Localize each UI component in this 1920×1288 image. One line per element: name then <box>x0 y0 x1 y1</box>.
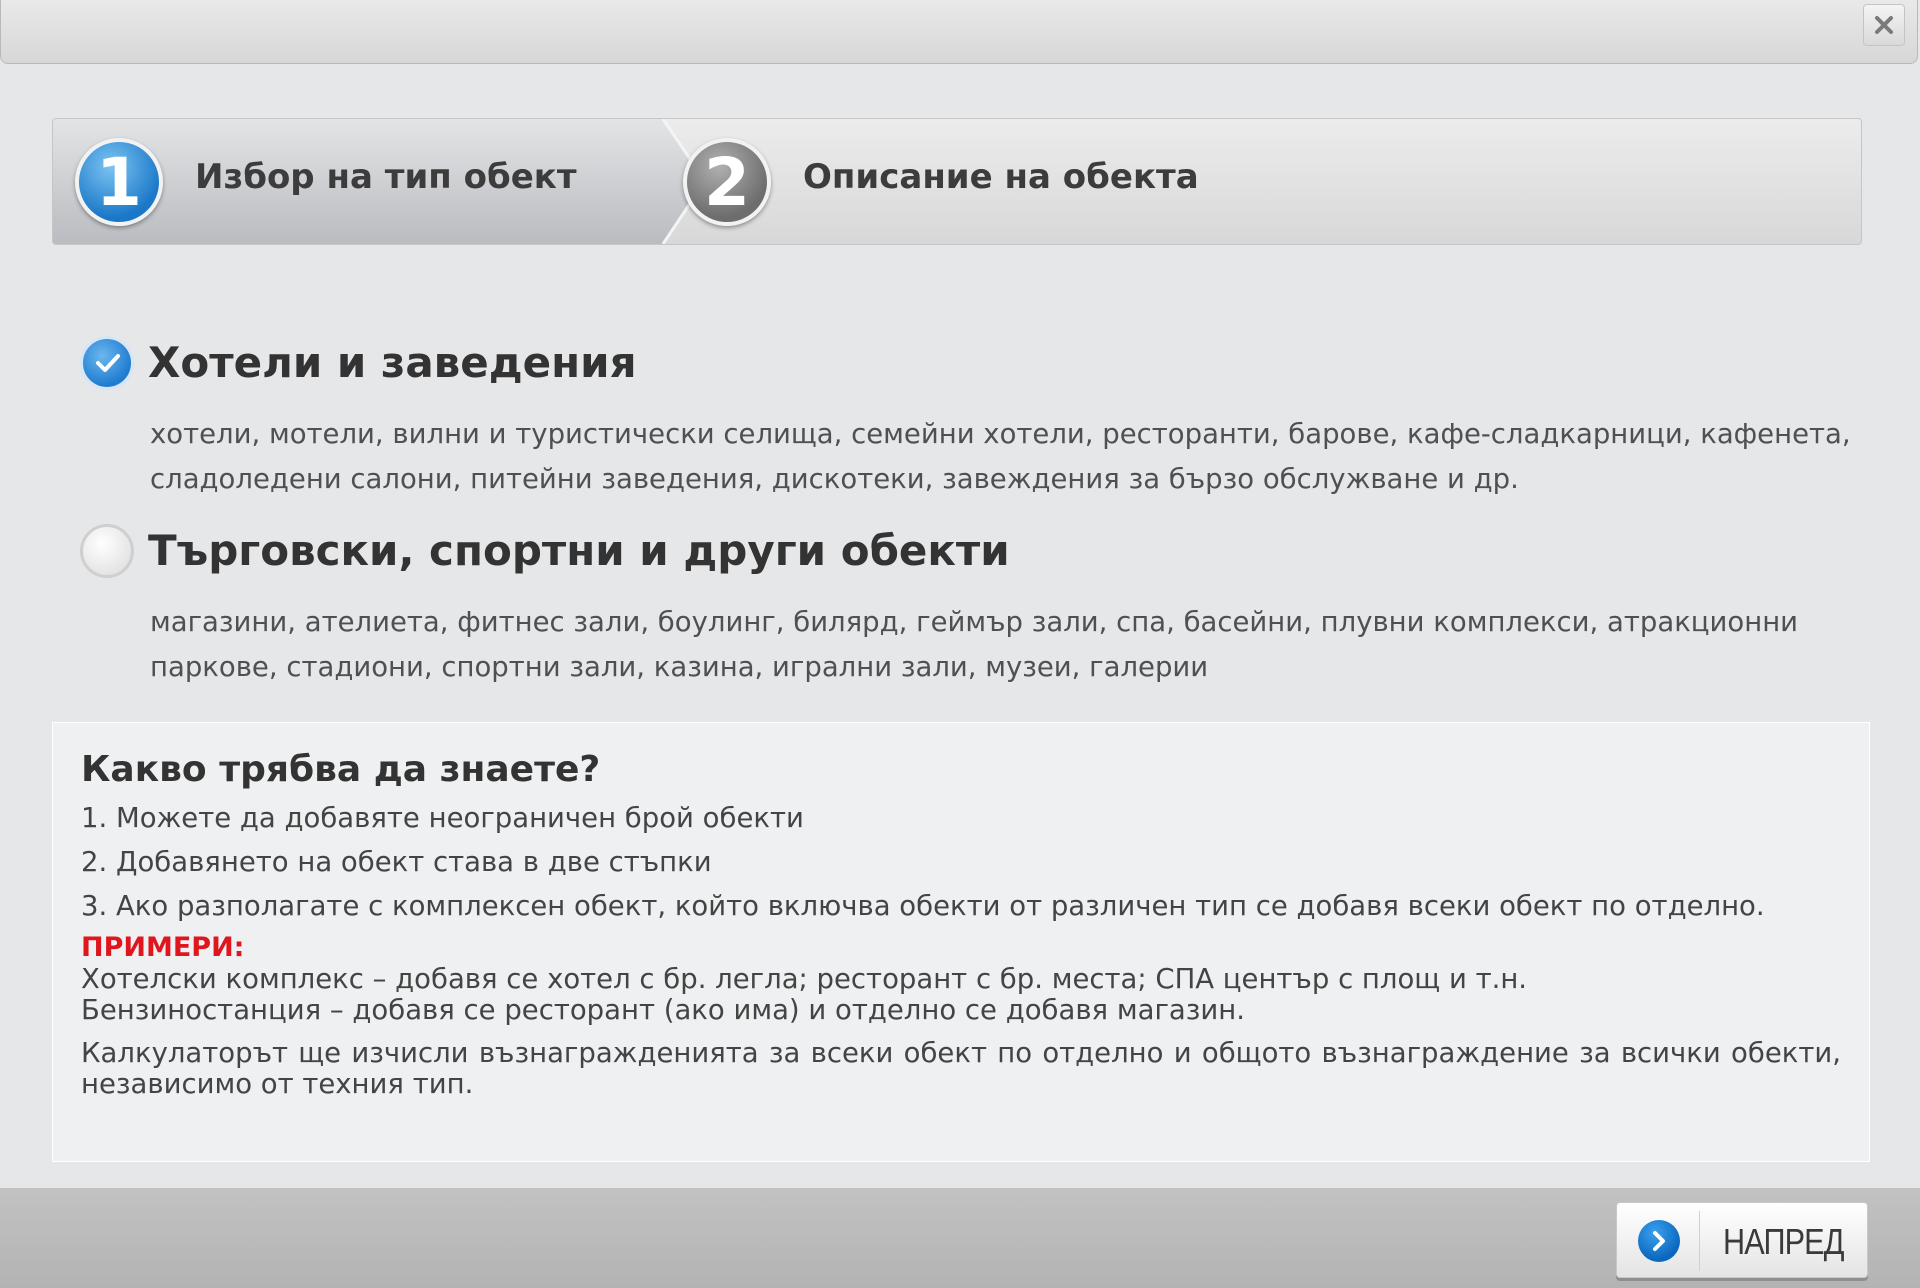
option-commercial-description: магазини, ателиета, фитнес зали, боулинг… <box>150 606 1799 683</box>
radio-commercial[interactable] <box>80 524 134 578</box>
example-line: Хотелски комплекс – добавя се хотел с бр… <box>81 963 1528 995</box>
step-1-label[interactable]: Избор на тип обект <box>195 157 577 197</box>
button-divider <box>1699 1211 1700 1271</box>
chevron-right-icon <box>1638 1220 1680 1262</box>
next-button-label: НАПРЕД <box>1723 1221 1844 1262</box>
checkmark-icon <box>96 354 120 372</box>
step-wizard: 1 Избор на тип обект 2 Описание на обект… <box>52 118 1862 245</box>
info-item: 1. Можете да добавяте неограничен брой о… <box>81 802 804 834</box>
calculator-note: Калкулаторът ще изчисли възнагражденията… <box>81 1037 1841 1100</box>
info-item: 2. Добавянето на обект става в две стъпк… <box>81 846 712 878</box>
close-icon <box>1875 16 1893 34</box>
radio-hotels-checked[interactable] <box>80 336 134 390</box>
next-button[interactable]: НАПРЕД <box>1616 1202 1868 1278</box>
step-2-number: 2 <box>683 138 771 226</box>
dialog-titlebar <box>0 0 1918 64</box>
option-commercial-title[interactable]: Търговски, спортни и други обекти <box>148 526 1010 575</box>
info-title: Какво трябва да знаете? <box>81 749 601 790</box>
info-panel: Какво трябва да знаете? 1. Можете да доб… <box>52 722 1870 1162</box>
dialog-footer: НАПРЕД <box>0 1188 1920 1288</box>
info-item: 3. Ако разполагате с комплексен обект, к… <box>81 890 1765 922</box>
step-2-label[interactable]: Описание на обекта <box>803 157 1199 197</box>
option-hotels-description: хотели, мотели, вилни и туристически сел… <box>150 418 1851 495</box>
example-line: Бензиностанция – добавя се ресторант (ак… <box>81 994 1245 1026</box>
option-hotels-title[interactable]: Хотели и заведения <box>148 338 637 387</box>
examples-label: ПРИМЕРИ: <box>81 932 245 963</box>
step-1-number: 1 <box>75 138 163 226</box>
close-button[interactable] <box>1863 4 1905 46</box>
